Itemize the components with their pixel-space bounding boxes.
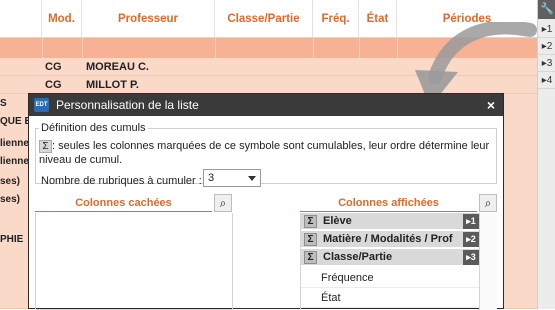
row-fragment: PHIE [0, 234, 24, 245]
level-1-button[interactable]: ▸1 [538, 21, 555, 38]
list-item-label: Classe/Partie [323, 251, 393, 263]
row-fragment: ses) [0, 194, 21, 205]
col-periodes[interactable]: Périodes [397, 0, 537, 38]
order-badge: ▸1 [463, 214, 479, 229]
sigma-icon[interactable]: Σ [304, 251, 317, 264]
search-icon[interactable]: ⌕ [214, 194, 232, 212]
list-item[interactable]: Σ Elève ▸1 [301, 213, 479, 230]
row-prof: MILLOT P. [86, 79, 139, 91]
dialog-titlebar: EDT Personnalisation de la liste × [29, 94, 503, 116]
right-toolbar: 🔧 ▸1 ▸2 ▸3 ▸4 [537, 0, 555, 309]
row-mod: CG [45, 79, 62, 91]
section-title: Définition des cumuls [39, 122, 148, 134]
selected-row[interactable] [0, 38, 537, 58]
shown-columns-list: Σ Elève ▸1 Σ Matière / Modalités / Prof … [300, 213, 479, 310]
list-item[interactable]: Fréquence [301, 269, 479, 288]
scrollbar[interactable] [479, 213, 497, 310]
level-4-button[interactable]: ▸4 [538, 72, 555, 89]
dialog-title: Personnalisation de la liste [56, 98, 199, 112]
info-label: : seules les colonnes marquées de ce sym… [39, 140, 490, 166]
list-item[interactable]: Σ Classe/Partie ▸3 [301, 249, 479, 266]
count-select[interactable]: 3 [203, 169, 261, 187]
table-row[interactable]: CG MOREAU C. [0, 58, 537, 76]
row-fragment: S [0, 98, 7, 109]
wrench-icon[interactable]: 🔧 [538, 0, 555, 19]
sigma-icon[interactable]: Σ [304, 215, 317, 228]
col-classe-partie[interactable]: Classe/Partie [215, 0, 313, 38]
list-item[interactable]: État [301, 289, 479, 308]
hidden-columns-header: Colonnes cachées [35, 194, 212, 212]
col-empty [0, 0, 42, 38]
hidden-columns-list[interactable] [35, 213, 233, 310]
col-mod[interactable]: Mod. [42, 0, 82, 38]
count-value: 3 [208, 172, 215, 184]
edt-logo-icon: EDT [34, 98, 49, 112]
sigma-icon[interactable]: Σ [304, 233, 317, 246]
order-badge: ▸3 [463, 250, 479, 265]
table-row[interactable]: CG MILLOT P. [0, 76, 537, 94]
row-fragment: lienne [0, 156, 29, 167]
search-icon[interactable]: ⌕ [479, 194, 497, 212]
col-etat[interactable]: État [359, 0, 397, 38]
row-mod: CG [45, 61, 62, 73]
info-text: Σ: seules les colonnes marquées de ce sy… [39, 139, 494, 167]
list-item-label: Matière / Modalités / Prof [323, 233, 453, 245]
level-3-button[interactable]: ▸3 [538, 55, 555, 72]
level-2-button[interactable]: ▸2 [538, 38, 555, 55]
row-fragment: ses) [0, 176, 21, 187]
sigma-icon: Σ [39, 139, 52, 153]
customize-list-dialog: EDT Personnalisation de la liste × Défin… [28, 93, 504, 310]
table-header: Mod. Professeur Classe/Partie Fréq. État… [0, 0, 537, 38]
shown-columns-header: Colonnes affichées [300, 194, 477, 212]
row-fragment: lienne [0, 138, 29, 149]
count-label: Nombre de rubriques à cumuler : [41, 175, 202, 187]
list-item[interactable]: Σ Matière / Modalités / Prof ▸2 [301, 231, 479, 248]
row-prof: MOREAU C. [86, 61, 149, 73]
order-badge: ▸2 [463, 232, 479, 247]
close-icon[interactable]: × [487, 94, 495, 116]
row-fragment: QUE E [0, 116, 30, 127]
chevron-down-icon [248, 176, 256, 181]
col-professeur[interactable]: Professeur [82, 0, 215, 38]
list-item-label: Elève [323, 215, 352, 227]
col-freq[interactable]: Fréq. [313, 0, 359, 38]
